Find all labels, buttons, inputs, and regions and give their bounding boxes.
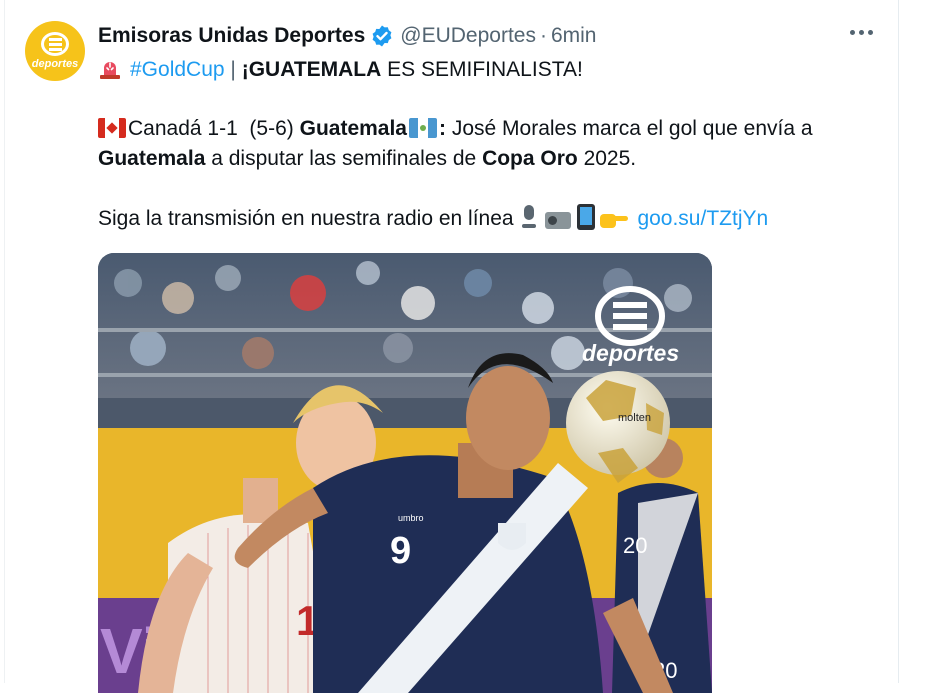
- tweet-line-4: Siga la transmisión en nuestra radio en …: [98, 204, 768, 234]
- headline-bold: ¡GUATEMALA: [241, 58, 382, 81]
- avatar-text: deportes: [31, 58, 79, 70]
- radio-icon: [544, 206, 572, 230]
- scorer-text: José Morales marca el gol que envía a: [451, 117, 813, 140]
- tweet-media-photo[interactable]: Vis 20 20 15 9 umbro: [98, 253, 712, 693]
- colon: :: [439, 117, 446, 140]
- verified-badge-icon: [372, 25, 392, 47]
- cup-name: Copa Oro: [482, 147, 578, 170]
- headline-rest: ES SEMIFINALISTA!: [387, 58, 583, 81]
- flag-canada-icon: [98, 118, 126, 138]
- tweet-header: Emisoras Unidas Deportes @EUDeportes · 6…: [98, 22, 597, 50]
- radio-link[interactable]: goo.su/TZtjYn: [637, 207, 768, 230]
- watermark-text: deportes: [582, 340, 679, 366]
- pointing-right-icon: [599, 208, 628, 230]
- cup-year: 2025.: [583, 147, 637, 170]
- tweet-timestamp[interactable]: 6min: [551, 24, 597, 48]
- eu-logo-icon: [41, 32, 69, 56]
- mobile-phone-icon: [576, 204, 595, 230]
- tweet-line-2: Canadá 1-1 (5-6) Guatemala: José Morales…: [98, 114, 813, 144]
- microphone-icon: [519, 204, 539, 230]
- tweet-line-3: Guatemala a disputar las semifinales de …: [98, 144, 636, 174]
- team-canada-score: Canadá 1-1: [128, 117, 238, 140]
- header-separator: ·: [539, 24, 547, 47]
- match-photo: Vis 20 20 15 9 umbro: [98, 253, 712, 693]
- flag-guatemala-icon: [409, 118, 437, 138]
- team-guatemala-2: Guatemala: [98, 147, 206, 170]
- jersey-number-right-top: 20: [623, 533, 647, 558]
- ball-brand: molten: [618, 412, 651, 424]
- pipe-separator: |: [230, 58, 236, 81]
- rotating-light-icon: [98, 56, 122, 80]
- semifinal-text: a disputar las semifinales de: [211, 147, 477, 170]
- more-options-icon[interactable]: [850, 30, 873, 35]
- left-divider: [4, 0, 5, 683]
- team-guatemala: Guatemala: [299, 117, 407, 140]
- avatar[interactable]: deportes: [25, 21, 85, 81]
- display-name[interactable]: Emisoras Unidas Deportes: [98, 24, 365, 48]
- hashtag-link[interactable]: #GoldCup: [130, 58, 225, 81]
- radio-text: Siga la transmisión en nuestra radio en …: [98, 207, 514, 230]
- tweet-line-1: #GoldCup | ¡GUATEMALA ES SEMIFINALISTA!: [98, 55, 583, 85]
- right-divider: [898, 0, 899, 683]
- penalty-score: (5-6): [249, 117, 294, 140]
- jersey-brand: umbro: [398, 513, 424, 523]
- jersey-number-center: 9: [390, 530, 411, 572]
- user-handle[interactable]: @EUDeportes: [400, 24, 536, 48]
